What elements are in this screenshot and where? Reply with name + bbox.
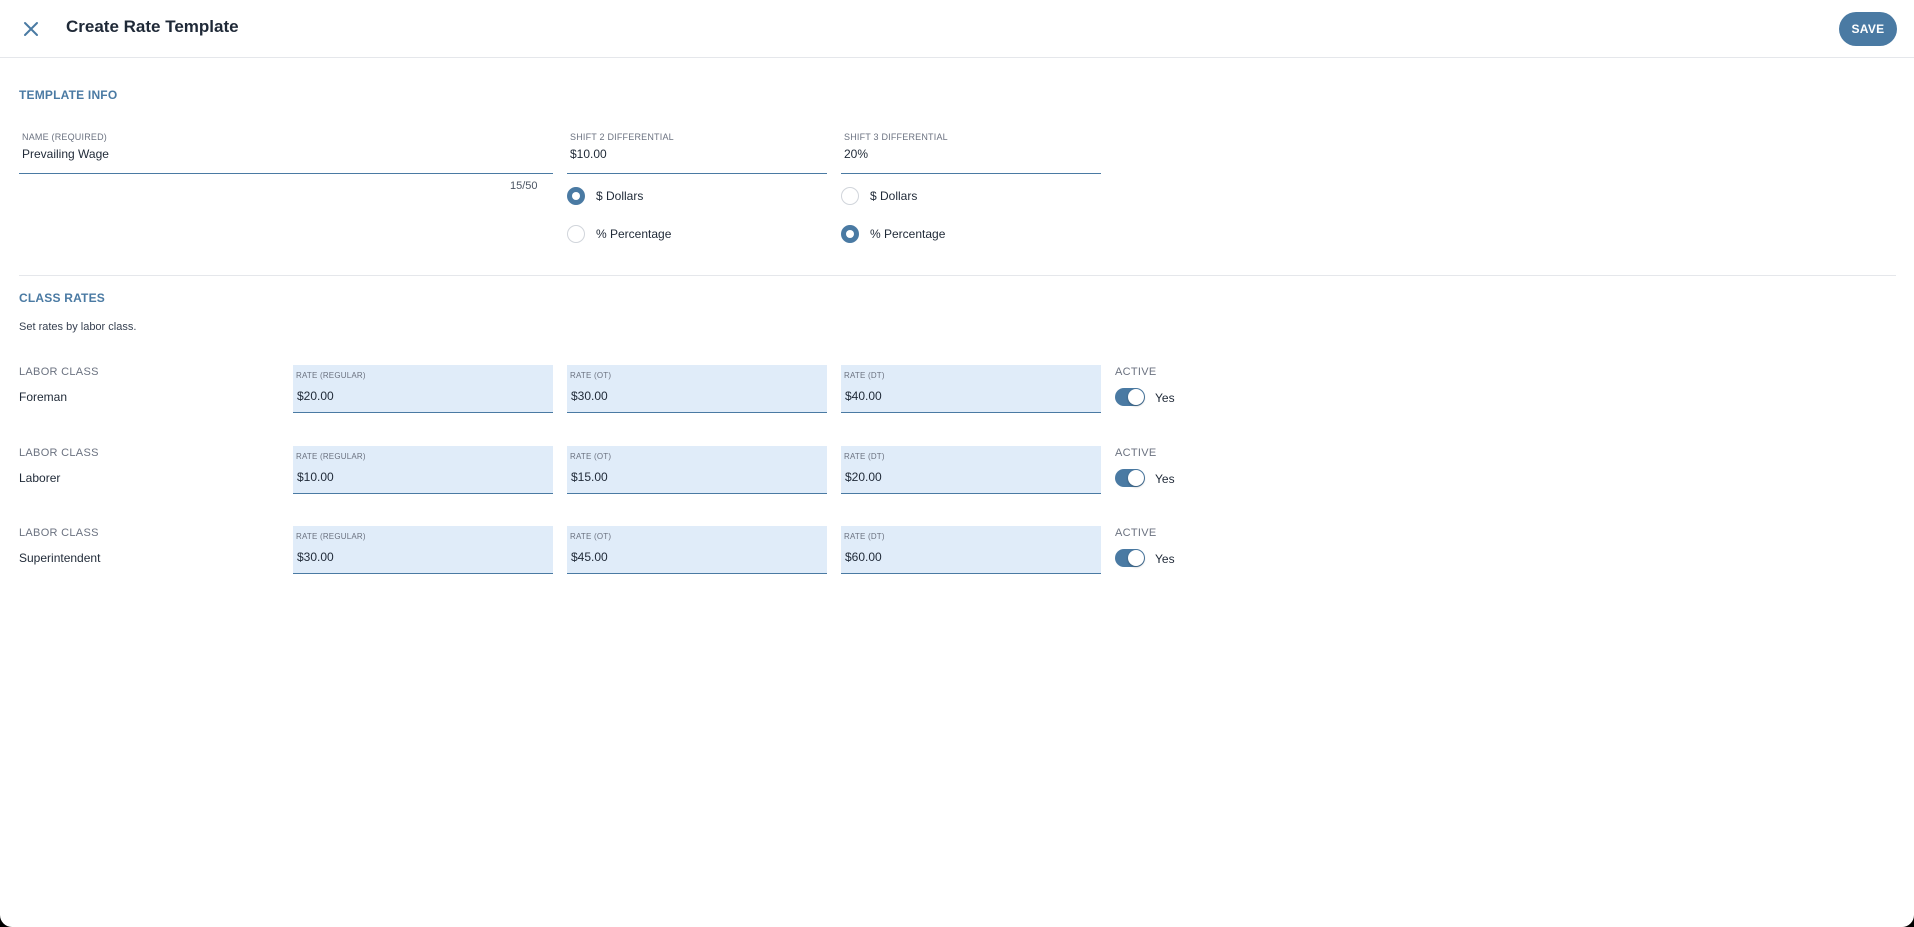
radio-unselected-icon[interactable] xyxy=(841,187,859,205)
shift3-differential-field[interactable]: SHIFT 3 DIFFERENTIAL 20% xyxy=(841,128,1101,174)
shift3-field-label: SHIFT 3 DIFFERENTIAL xyxy=(844,132,948,142)
rate-regular-label: RATE (REGULAR) xyxy=(296,532,366,541)
radio-label: $ Dollars xyxy=(596,189,644,203)
rate-regular-label: RATE (REGULAR) xyxy=(296,371,366,380)
name-field[interactable]: NAME (REQUIRED) Prevailing Wage xyxy=(19,128,553,174)
rate-ot-input[interactable]: RATE (OT) $45.00 xyxy=(567,526,827,574)
rate-regular-input[interactable]: RATE (REGULAR) $20.00 xyxy=(293,365,553,413)
rate-ot-value[interactable]: $45.00 xyxy=(571,550,608,564)
rate-regular-value[interactable]: $10.00 xyxy=(297,470,334,484)
labor-class-name: Laborer xyxy=(19,471,61,485)
active-toggle[interactable] xyxy=(1115,388,1145,406)
rate-regular-input[interactable]: RATE (REGULAR) $30.00 xyxy=(293,526,553,574)
shift3-percentage-radio[interactable]: % Percentage xyxy=(841,225,945,243)
radio-label: $ Dollars xyxy=(870,189,918,203)
rate-ot-label: RATE (OT) xyxy=(570,532,612,541)
radio-unselected-icon[interactable] xyxy=(567,225,585,243)
radio-selected-icon[interactable] xyxy=(567,187,585,205)
labor-class-label: LABOR CLASS xyxy=(19,527,99,539)
labor-class-name: Foreman xyxy=(19,390,68,404)
active-toggle[interactable] xyxy=(1115,549,1145,567)
labor-class-label: LABOR CLASS xyxy=(19,366,99,378)
rate-dt-label: RATE (DT) xyxy=(844,532,885,541)
create-rate-template-dialog: Create Rate Template SAVE TEMPLATE INFO … xyxy=(0,0,1914,927)
rate-dt-input[interactable]: RATE (DT) $60.00 xyxy=(841,526,1101,574)
rate-ot-label: RATE (OT) xyxy=(570,371,612,380)
save-button[interactable]: SAVE xyxy=(1839,12,1897,46)
labor-class-name: Superintendent xyxy=(19,551,101,565)
rate-dt-label: RATE (DT) xyxy=(844,452,885,461)
template-info-heading: TEMPLATE INFO xyxy=(19,88,118,102)
shift2-field-value[interactable]: $10.00 xyxy=(570,147,607,161)
shift3-dollars-radio[interactable]: $ Dollars xyxy=(841,187,917,205)
close-icon[interactable] xyxy=(23,21,39,37)
active-toggle-text: Yes xyxy=(1155,391,1175,405)
shift3-field-value[interactable]: 20% xyxy=(844,147,868,161)
shift2-percentage-radio[interactable]: % Percentage xyxy=(567,225,671,243)
rate-dt-input[interactable]: RATE (DT) $20.00 xyxy=(841,446,1101,494)
active-toggle[interactable] xyxy=(1115,469,1145,487)
rate-regular-value[interactable]: $20.00 xyxy=(297,389,334,403)
active-label: ACTIVE xyxy=(1115,527,1157,539)
class-rates-heading: CLASS RATES xyxy=(19,291,105,305)
rate-dt-label: RATE (DT) xyxy=(844,371,885,380)
rate-regular-value[interactable]: $30.00 xyxy=(297,550,334,564)
shift2-field-label: SHIFT 2 DIFFERENTIAL xyxy=(570,132,674,142)
name-field-value[interactable]: Prevailing Wage xyxy=(22,147,109,161)
rate-regular-label: RATE (REGULAR) xyxy=(296,452,366,461)
rate-ot-label: RATE (OT) xyxy=(570,452,612,461)
active-toggle-text: Yes xyxy=(1155,552,1175,566)
name-field-label: NAME (REQUIRED) xyxy=(22,132,108,142)
rate-dt-value[interactable]: $20.00 xyxy=(845,470,882,484)
shift2-dollars-radio[interactable]: $ Dollars xyxy=(567,187,643,205)
radio-selected-icon[interactable] xyxy=(841,225,859,243)
page-title: Create Rate Template xyxy=(66,17,239,36)
labor-class-label: LABOR CLASS xyxy=(19,447,99,459)
dialog-header: Create Rate Template SAVE xyxy=(0,0,1914,58)
active-toggle-text: Yes xyxy=(1155,472,1175,486)
rate-regular-input[interactable]: RATE (REGULAR) $10.00 xyxy=(293,446,553,494)
active-label: ACTIVE xyxy=(1115,366,1157,378)
rate-ot-input[interactable]: RATE (OT) $30.00 xyxy=(567,365,827,413)
rate-dt-value[interactable]: $60.00 xyxy=(845,550,882,564)
section-divider xyxy=(19,275,1896,276)
rate-ot-value[interactable]: $30.00 xyxy=(571,389,608,403)
rate-ot-value[interactable]: $15.00 xyxy=(571,470,608,484)
rate-dt-value[interactable]: $40.00 xyxy=(845,389,882,403)
radio-label: % Percentage xyxy=(596,227,672,241)
active-label: ACTIVE xyxy=(1115,447,1157,459)
name-char-counter: 15/50 xyxy=(510,180,538,192)
radio-label: % Percentage xyxy=(870,227,946,241)
rate-dt-input[interactable]: RATE (DT) $40.00 xyxy=(841,365,1101,413)
class-rates-description: Set rates by labor class. xyxy=(19,321,137,333)
rate-ot-input[interactable]: RATE (OT) $15.00 xyxy=(567,446,827,494)
close-button[interactable] xyxy=(18,16,44,42)
shift2-differential-field[interactable]: SHIFT 2 DIFFERENTIAL $10.00 xyxy=(567,128,827,174)
